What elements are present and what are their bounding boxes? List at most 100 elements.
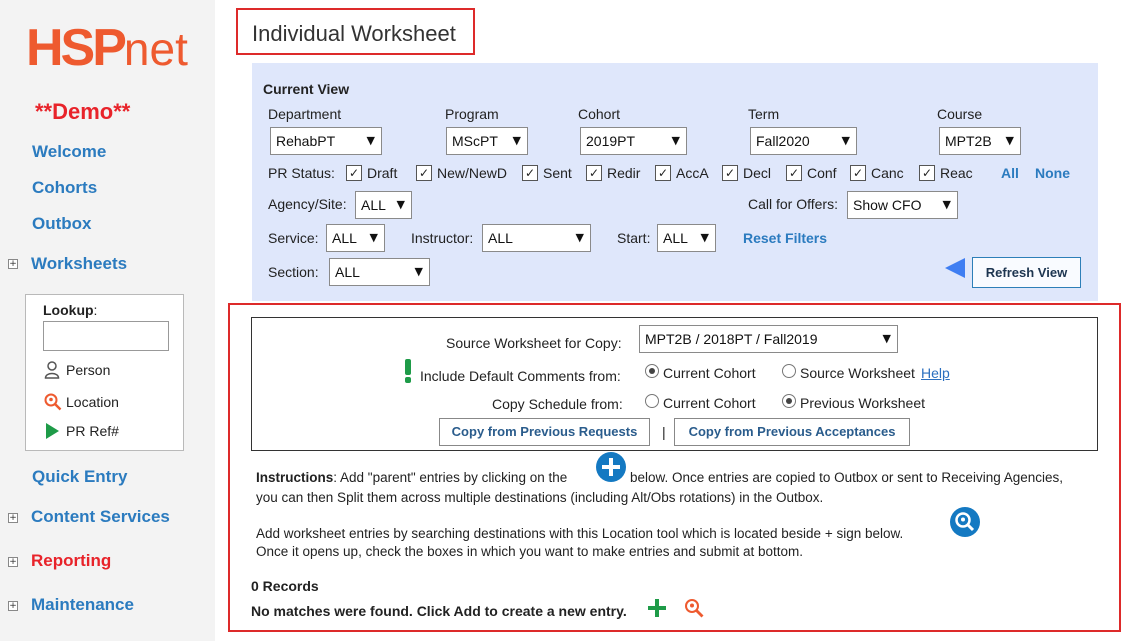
location-tool-icon[interactable]: [950, 507, 980, 537]
term-label: Term: [748, 106, 780, 122]
copy-previous-acceptances-button[interactable]: Copy from Previous Acceptances: [674, 418, 910, 446]
program-select[interactable]: MScPT ▼: [446, 127, 528, 155]
department-select[interactable]: RehabPT ▼: [270, 127, 382, 155]
pr-status-conf-label: Conf: [807, 165, 837, 181]
chevron-down-icon: ▼: [1005, 134, 1014, 147]
pr-status-decl-checkbox[interactable]: ✓: [722, 165, 738, 181]
expand-worksheets-icon[interactable]: +: [8, 259, 18, 269]
program-select-value: MScPT: [452, 133, 498, 149]
nav-content-services[interactable]: Content Services: [31, 507, 170, 527]
current-view-heading: Current View: [263, 81, 350, 97]
instructions-line1-b: below. Once entries are copied to Outbox…: [630, 470, 1064, 485]
page-title: Individual Worksheet: [252, 21, 456, 46]
instructor-select[interactable]: ALL ▼: [482, 224, 591, 252]
cohort-label: Cohort: [578, 106, 621, 122]
add-entry-icon[interactable]: [648, 599, 666, 620]
instructor-label: Instructor:: [411, 230, 474, 246]
pr-status-canc-checkbox[interactable]: ✓: [850, 165, 866, 181]
location-search-icon[interactable]: [684, 598, 704, 621]
chevron-down-icon: ▼: [841, 134, 850, 147]
source-worksheet-select[interactable]: MPT2B / 2018PT / Fall2019 ▼: [639, 325, 898, 353]
schedule-current-cohort-label: Current Cohort: [663, 395, 756, 411]
nav-quick-entry[interactable]: Quick Entry: [32, 467, 127, 487]
instructions-line-2: you can then Split them across multiple …: [256, 490, 824, 505]
nav-worksheets[interactable]: Worksheets: [31, 254, 127, 274]
refresh-view-button[interactable]: Refresh View: [972, 257, 1081, 288]
section-select[interactable]: ALL ▼: [329, 258, 430, 286]
lookup-person[interactable]: Person: [44, 361, 110, 382]
chevron-down-icon: ▼: [512, 134, 521, 147]
course-select[interactable]: MPT2B ▼: [939, 127, 1021, 155]
service-label: Service:: [268, 230, 319, 246]
pr-status-label: PR Status:: [268, 165, 335, 181]
cohort-select-value: 2019PT: [586, 133, 636, 149]
source-worksheet-select-value: MPT2B / 2018PT / Fall2019: [645, 331, 818, 347]
schedule-current-cohort-radio[interactable]: [645, 394, 659, 408]
source-worksheet-label: Source Worksheet for Copy:: [446, 335, 622, 351]
button-separator: |: [662, 424, 666, 440]
pr-status-conf-checkbox[interactable]: ✓: [786, 165, 802, 181]
expand-reporting-icon[interactable]: +: [8, 557, 18, 567]
call-for-offers-select[interactable]: Show CFO ▼: [847, 191, 958, 219]
chevron-down-icon: ▼: [700, 231, 709, 244]
pr-status-canc-label: Canc: [871, 165, 904, 181]
nav-reporting[interactable]: Reporting: [31, 551, 111, 571]
lookup-pr-ref-label: PR Ref#: [66, 423, 119, 440]
select-all-link[interactable]: All: [1001, 165, 1019, 181]
lookup-label-text: Lookup: [43, 302, 94, 318]
chevron-down-icon: ▼: [366, 134, 375, 147]
agency-site-label: Agency/Site:: [268, 196, 347, 212]
exclamation-icon: [403, 359, 413, 386]
pr-status-sent-checkbox[interactable]: ✓: [522, 165, 538, 181]
nav-welcome[interactable]: Welcome: [32, 142, 106, 162]
pr-status-acca-label: AccA: [676, 165, 709, 181]
lookup-pr-ref[interactable]: PR Ref#: [44, 422, 119, 443]
comments-current-cohort-radio[interactable]: [645, 364, 659, 378]
hspnet-logo[interactable]: HSPnet: [26, 20, 188, 76]
pr-status-newnewd-checkbox[interactable]: ✓: [416, 165, 432, 181]
term-select[interactable]: Fall2020 ▼: [750, 127, 857, 155]
comments-source-worksheet-radio[interactable]: [782, 364, 796, 378]
chevron-down-icon: ▼: [414, 265, 423, 278]
nav-cohorts[interactable]: Cohorts: [32, 178, 97, 198]
chevron-down-icon: ▼: [575, 231, 584, 244]
start-select[interactable]: ALL ▼: [657, 224, 716, 252]
person-icon: [44, 361, 66, 382]
service-select[interactable]: ALL ▼: [326, 224, 385, 252]
pr-status-reac-checkbox[interactable]: ✓: [919, 165, 935, 181]
sidebar: HSPnet **Demo** Welcome Cohorts Outbox +…: [0, 0, 215, 641]
help-link[interactable]: Help: [921, 365, 950, 381]
page-title-box: Individual Worksheet: [236, 8, 475, 55]
expand-content-services-icon[interactable]: +: [8, 513, 18, 523]
pr-status-draft-label: Draft: [367, 165, 398, 181]
pr-status-newnewd-label: New/NewD: [437, 165, 508, 181]
lookup-location[interactable]: Location: [44, 393, 119, 414]
expand-maintenance-icon[interactable]: +: [8, 601, 18, 611]
instructions-line-1: Instructions: Add "parent" entries by cl…: [256, 470, 567, 485]
nav-maintenance[interactable]: Maintenance: [31, 595, 134, 615]
service-select-value: ALL: [332, 230, 357, 246]
lookup-location-label: Location: [66, 394, 119, 411]
current-view-panel: Current View Department Program Cohort T…: [252, 63, 1098, 301]
add-entry-plus-icon[interactable]: [596, 452, 626, 482]
call-for-offers-label: Call for Offers:: [748, 196, 838, 212]
copy-previous-requests-button[interactable]: Copy from Previous Requests: [439, 418, 650, 446]
pr-status-draft-checkbox[interactable]: ✓: [346, 165, 362, 181]
schedule-previous-worksheet-radio[interactable]: [782, 394, 796, 408]
select-none-link[interactable]: None: [1035, 165, 1070, 181]
cohort-select[interactable]: 2019PT ▼: [580, 127, 687, 155]
nav-outbox[interactable]: Outbox: [32, 214, 92, 234]
pr-status-acca-checkbox[interactable]: ✓: [655, 165, 671, 181]
chevron-down-icon: ▼: [671, 134, 680, 147]
instructions-line1-a: : Add "parent" entries by clicking on th…: [333, 470, 568, 485]
section-label: Section:: [268, 264, 319, 280]
lookup-input[interactable]: [43, 321, 169, 351]
agency-site-select[interactable]: ALL ▼: [355, 191, 412, 219]
comments-current-cohort-label: Current Cohort: [663, 365, 756, 381]
reset-filters-link[interactable]: Reset Filters: [743, 230, 827, 246]
logo-suffix-text: net: [123, 23, 188, 75]
pr-status-redir-checkbox[interactable]: ✓: [586, 165, 602, 181]
no-matches-message: No matches were found. Click Add to crea…: [251, 603, 627, 619]
chevron-down-icon: ▼: [942, 198, 951, 211]
logo-main-text: HSP: [26, 19, 127, 77]
